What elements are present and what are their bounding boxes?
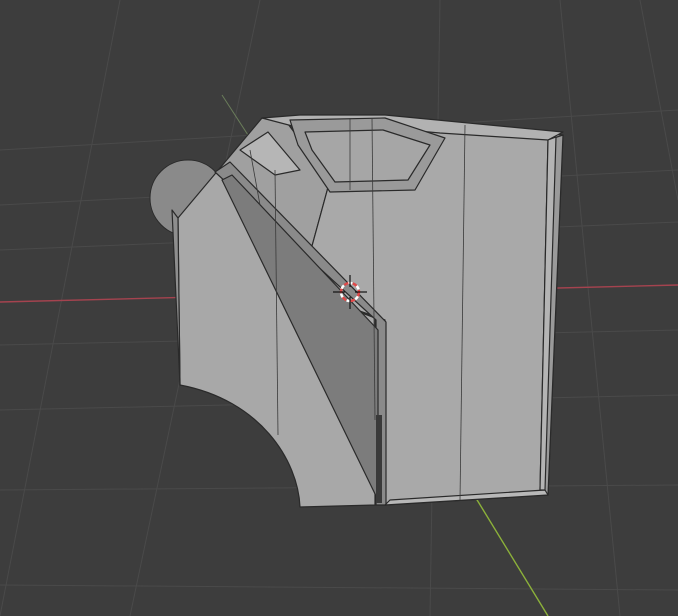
mesh-slot-shadow (376, 415, 382, 503)
mesh-object[interactable] (171, 114, 564, 508)
3d-viewport[interactable] (0, 0, 678, 616)
viewport-scene[interactable] (0, 0, 678, 616)
